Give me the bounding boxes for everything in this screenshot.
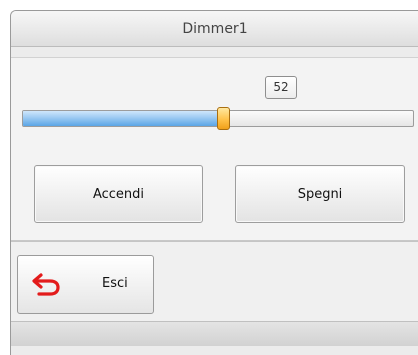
title-bar: Dimmer1 <box>11 11 418 47</box>
window-title: Dimmer1 <box>182 21 248 37</box>
dimmer-slider-fill <box>23 111 227 126</box>
turn-off-button[interactable]: Spegni <box>235 165 405 223</box>
undo-arrow-icon <box>31 270 61 300</box>
footer-strip <box>11 321 418 346</box>
turn-on-button[interactable]: Accendi <box>34 165 203 223</box>
dimmer-window: Dimmer1 52 Accendi Spegni Esci <box>10 10 418 355</box>
dimmer-slider-thumb[interactable] <box>217 107 230 130</box>
dimmer-value-tooltip: 52 <box>265 76 297 99</box>
exit-button[interactable]: Esci <box>17 255 154 314</box>
exit-button-label: Esci <box>102 276 128 291</box>
